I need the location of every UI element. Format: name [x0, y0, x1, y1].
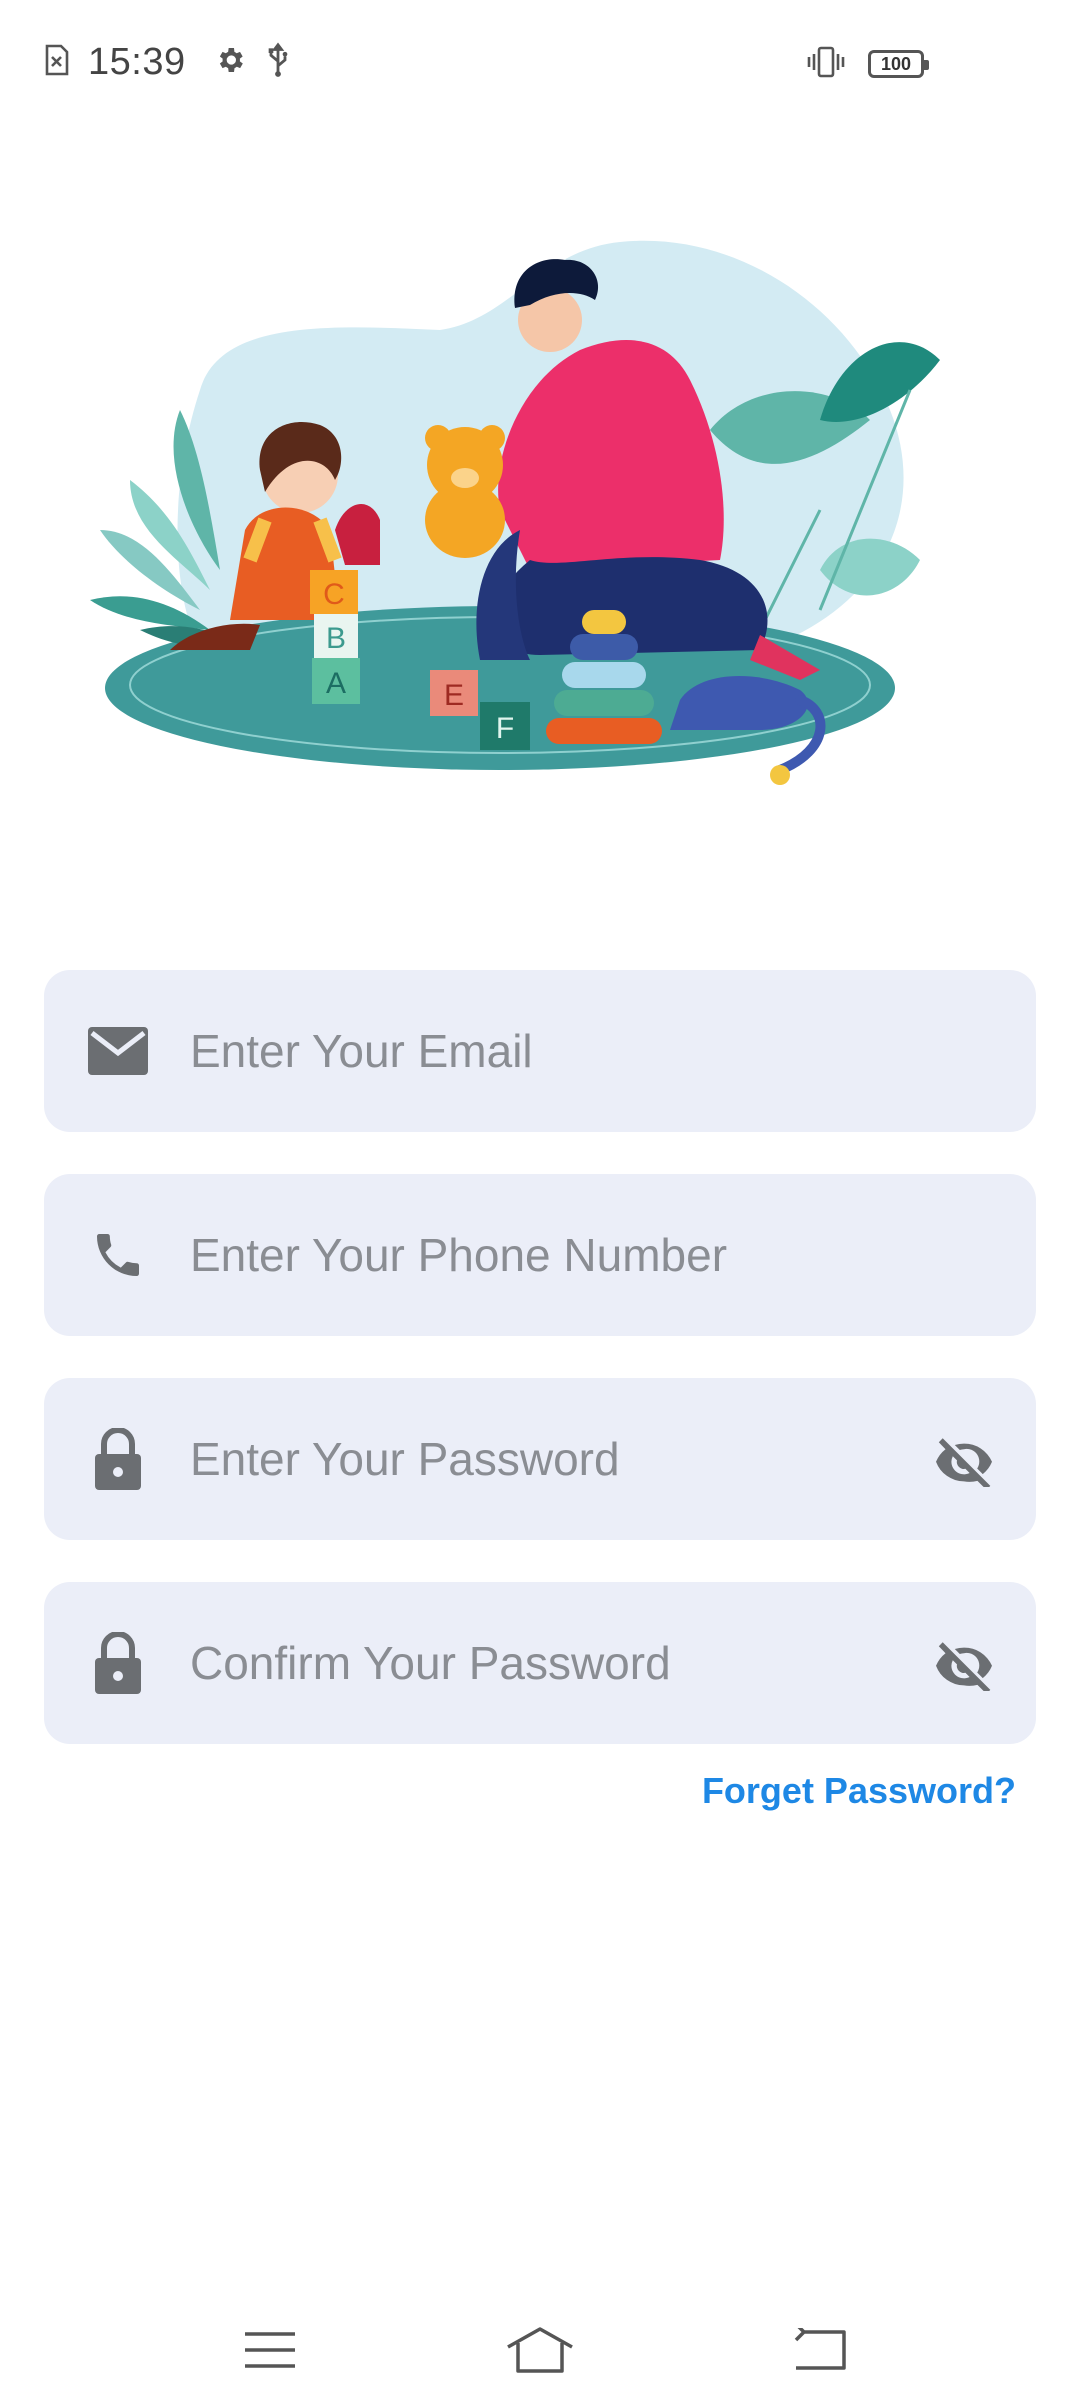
battery-level: 100 [880, 53, 912, 74]
confirm-password-field[interactable] [44, 1582, 1036, 1744]
status-bar: 15:39 100 [0, 0, 1080, 120]
svg-text:F: F [496, 712, 514, 745]
phone-icon [86, 1223, 150, 1287]
svg-text:A: A [326, 667, 346, 700]
vibrate-icon [806, 45, 846, 84]
menu-icon[interactable] [230, 2318, 310, 2382]
settings-icon [214, 44, 246, 81]
svg-text:E: E [444, 679, 464, 712]
status-time: 15:39 [88, 40, 186, 83]
email-input[interactable] [190, 970, 950, 1132]
visibility-off-icon[interactable] [928, 1423, 1000, 1495]
back-icon[interactable] [780, 2318, 860, 2382]
signup-form [44, 970, 1036, 1786]
family-play-illustration: C B A E F [90, 240, 940, 785]
lock-icon [86, 1631, 150, 1695]
lock-icon [86, 1427, 150, 1491]
confirm-password-input[interactable] [190, 1582, 950, 1744]
sim-error-icon [44, 44, 70, 81]
status-bar-left: 15:39 [44, 36, 292, 88]
home-icon[interactable] [500, 2318, 580, 2382]
password-field[interactable] [44, 1378, 1036, 1540]
battery-icon: 100 [868, 50, 929, 78]
system-nav-bar [0, 2300, 1080, 2400]
status-bar-right: 100 [806, 40, 929, 88]
svg-text:C: C [323, 578, 345, 611]
email-icon [86, 1019, 150, 1083]
visibility-off-icon[interactable] [928, 1627, 1000, 1699]
password-input[interactable] [190, 1378, 950, 1540]
forget-password-link[interactable]: Forget Password? [702, 1770, 1016, 1812]
phone-field[interactable] [44, 1174, 1036, 1336]
phone-input[interactable] [190, 1174, 950, 1336]
svg-text:B: B [326, 622, 346, 655]
usb-icon [264, 42, 292, 83]
email-field[interactable] [44, 970, 1036, 1132]
hero-illustration: C B A E F [60, 230, 1020, 830]
